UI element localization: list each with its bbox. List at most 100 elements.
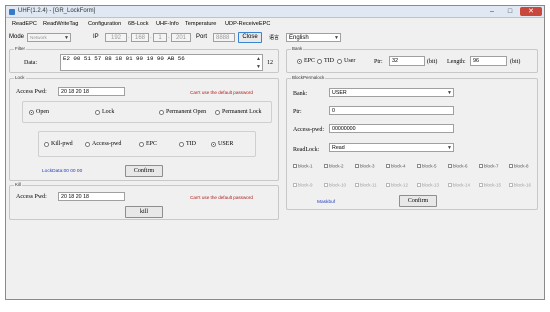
bpl-block-checkbox[interactable]: block-7	[479, 163, 499, 168]
lock-area-epc[interactable]: EPC	[139, 141, 157, 148]
bpl-block-checkbox[interactable]: block-12	[386, 182, 408, 187]
bpl-bank-label: Bank:	[293, 91, 308, 97]
bank-ptr-input[interactable]: 32	[389, 56, 425, 66]
lock-area-box: Kill-pwd Access-pwd EPC TID USER	[38, 131, 256, 157]
bpl-block-checkbox[interactable]: block-8	[509, 163, 529, 168]
app-window: UHF(1.2.4) - [GR_LockForm] – □ ✕ ReadEPC…	[5, 5, 545, 300]
scroll-up-icon[interactable]: ▲	[256, 56, 261, 63]
chevron-down-icon: ▼	[64, 35, 69, 41]
kill-button[interactable]: kill	[125, 206, 163, 218]
bpl-block-checkbox[interactable]: block-1	[293, 163, 313, 168]
kill-group: Kill Access Pwd: 20 18 20 18 Can't use t…	[9, 182, 279, 220]
ip-label: IP	[93, 34, 99, 40]
lock-group: Lock Access Pwd: 20 18 20 18 Can't use t…	[9, 75, 279, 181]
bank-length-unit: (bit)	[510, 59, 521, 65]
bank-group: Bank EPC TID User Ptr: 32 (bit) Length: …	[286, 46, 538, 73]
lock-pwd-note: Can't use the default password	[190, 90, 253, 95]
bank-length-input[interactable]: 96	[470, 56, 507, 66]
port-input[interactable]: 8888	[213, 33, 235, 42]
close-button[interactable]: Close	[238, 32, 262, 43]
lock-mode-box: Open Lock Permanent Open Permanent Lock	[22, 101, 272, 123]
bpl-block-checkbox[interactable]: block-15	[479, 182, 501, 187]
bpl-pwd-label: Access-pwd:	[293, 127, 324, 133]
app-icon	[9, 9, 15, 15]
kill-title: Kill	[14, 182, 23, 188]
menu-uhf-info[interactable]: UHF-Info	[156, 21, 179, 27]
ip-octet-2[interactable]: 168	[131, 33, 149, 42]
lock-mode-permanent-lock[interactable]: Permanent Lock	[215, 109, 262, 116]
ip-octet-4[interactable]: 201	[171, 33, 191, 42]
bpl-block-checkbox[interactable]: block-6	[448, 163, 468, 168]
lock-mode-open[interactable]: Open	[29, 109, 49, 116]
filter-length-hint: 12	[267, 60, 273, 66]
chevron-down-icon: ▼	[447, 145, 452, 151]
bank-ptr-label: Ptr:	[374, 59, 383, 65]
title-bar: UHF(1.2.4) - [GR_LockForm] – □ ✕	[6, 6, 544, 18]
menu-bar: ReadEPC ReadWriteTag Configuration 6B-Lo…	[6, 19, 544, 29]
bank-radio-epc[interactable]: EPC	[297, 58, 315, 65]
lock-area-tid[interactable]: TID	[179, 141, 196, 148]
port-label: Port	[196, 34, 208, 40]
minimize-icon[interactable]: –	[484, 7, 500, 16]
bank-radio-user[interactable]: User	[337, 58, 355, 65]
bank-radio-tid[interactable]: TID	[317, 58, 334, 65]
bpl-block-checkbox[interactable]: block-11	[355, 182, 377, 187]
bpl-confirm-button[interactable]: Confirm	[399, 195, 437, 207]
bpl-pwd-input[interactable]: 00000000	[329, 124, 454, 133]
lock-mode-lock[interactable]: Lock	[95, 109, 114, 116]
toolbar: Mode Network ▼ IP 192 . 168 . 1 . 201 Por…	[6, 30, 544, 44]
window-title: UHF(1.2.4) - [GR_LockForm]	[18, 8, 96, 14]
lock-area-kill-pwd[interactable]: Kill-pwd	[44, 141, 73, 148]
chevron-down-icon: ▼	[447, 90, 452, 96]
bpl-block-checkbox[interactable]: block-2	[324, 163, 344, 168]
ip-octet-1[interactable]: 192	[105, 33, 127, 42]
close-icon[interactable]: ✕	[520, 7, 542, 16]
lock-confirm-button[interactable]: Confirm	[125, 165, 163, 177]
bank-title: Bank	[291, 46, 304, 52]
bpl-block-checkbox[interactable]: block-5	[417, 163, 437, 168]
lock-mode-permanent-open[interactable]: Permanent Open	[159, 109, 206, 116]
bpl-block-checkbox[interactable]: block-16	[509, 182, 531, 187]
bpl-block-checkbox[interactable]: block-3	[355, 163, 375, 168]
ip-dot: .	[168, 34, 170, 40]
blockpermalock-title: BlockPermalock	[291, 75, 326, 81]
bpl-readlock-label: ReadLock:	[293, 147, 320, 153]
lock-area-access-pwd[interactable]: Access-pwd	[85, 141, 121, 148]
bpl-block-checkbox[interactable]: block-13	[417, 182, 439, 187]
bpl-block-checkbox[interactable]: block-9	[293, 182, 313, 187]
menu-readwritetag[interactable]: ReadWriteTag	[43, 21, 78, 27]
mode-select[interactable]: Network ▼	[27, 33, 71, 42]
bpl-maskbuf-label: Maskbuf	[317, 200, 336, 205]
blockpermalock-group: BlockPermalock Bank: USER ▼ Ptr: 0 Access…	[286, 75, 538, 210]
menu-temperature[interactable]: Temperature	[185, 21, 216, 27]
bpl-readlock-select[interactable]: Read ▼	[329, 143, 454, 152]
filter-title: Filter	[14, 46, 26, 52]
bpl-bank-select[interactable]: USER ▼	[329, 88, 454, 97]
filter-group: Filter Data: E2 00 51 57 88 18 01 90 19 …	[9, 46, 279, 73]
bank-length-label: Length:	[447, 59, 466, 65]
menu-readepc[interactable]: ReadEPC	[12, 21, 37, 27]
language-select[interactable]: English ▼	[286, 33, 341, 42]
chevron-down-icon: ▼	[334, 35, 339, 41]
menu-udp-receiveepc[interactable]: UDP-ReceiveEPC	[225, 21, 270, 27]
language-label: 语言	[269, 35, 280, 41]
maximize-icon[interactable]: □	[502, 7, 518, 16]
bpl-ptr-input[interactable]: 0	[329, 106, 454, 115]
bpl-block-checkbox[interactable]: block-10	[324, 182, 346, 187]
ip-dot: .	[150, 34, 152, 40]
ip-dot: .	[128, 34, 130, 40]
lock-pwd-label: Access Pwd:	[16, 89, 47, 95]
ip-octet-3[interactable]: 1	[153, 33, 167, 42]
kill-pwd-note: Can't use the default password	[190, 195, 253, 200]
kill-pwd-label: Access Pwd:	[16, 194, 47, 200]
lock-pwd-input[interactable]: 20 18 20 18	[58, 87, 125, 96]
lock-area-user[interactable]: USER	[211, 141, 233, 148]
bpl-block-checkbox[interactable]: block-14	[448, 182, 470, 187]
scroll-down-icon[interactable]: ▼	[256, 64, 261, 70]
lock-title: Lock	[14, 75, 26, 81]
filter-data-input[interactable]: E2 00 51 57 88 18 01 90 19 90 AB 56 ▲ ▼	[60, 54, 263, 71]
bpl-block-checkbox[interactable]: block-4	[386, 163, 406, 168]
menu-6b-lock[interactable]: 6B-Lock	[128, 21, 149, 27]
kill-pwd-input[interactable]: 20 18 20 18	[58, 192, 125, 201]
menu-configuration[interactable]: Configuration	[88, 21, 121, 27]
